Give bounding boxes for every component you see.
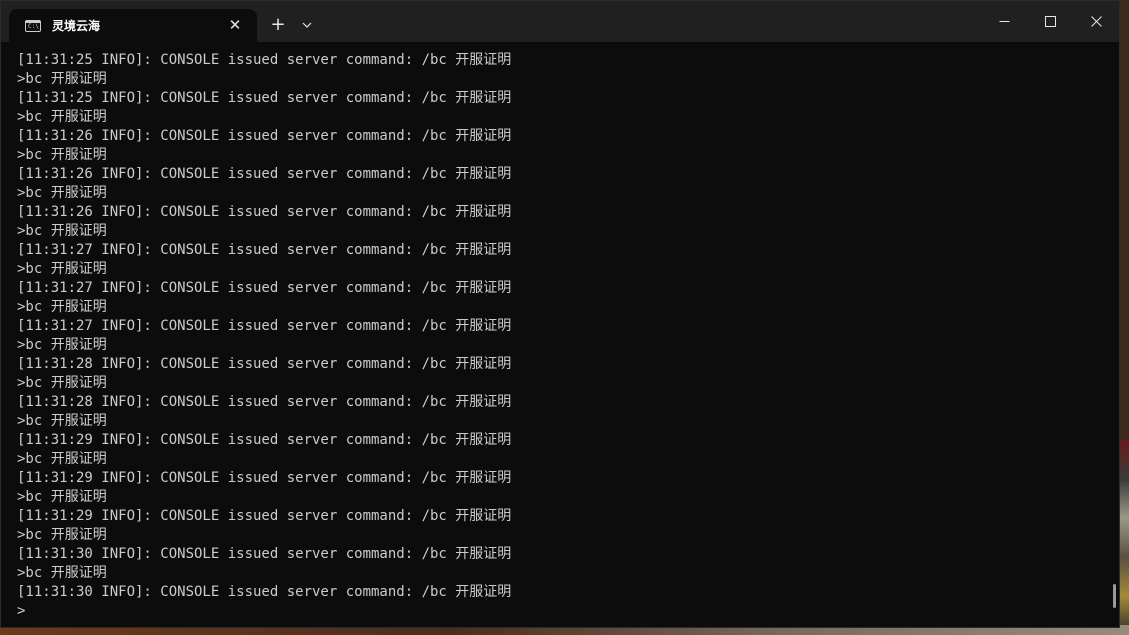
console-line: >bc 开服证明: [17, 413, 107, 429]
console-line: [11:31:26 INFO]: CONSOLE issued server c…: [17, 166, 512, 182]
console-line: >bc 开服证明: [17, 375, 107, 391]
maximize-button[interactable]: [1027, 1, 1073, 42]
console-line: [11:31:26 INFO]: CONSOLE issued server c…: [17, 204, 512, 220]
console-line: [11:31:27 INFO]: CONSOLE issued server c…: [17, 280, 512, 296]
chevron-down-icon: [302, 22, 312, 28]
console-output[interactable]: [11:31:25 INFO]: CONSOLE issued server c…: [1, 42, 1119, 627]
console-line: [11:31:29 INFO]: CONSOLE issued server c…: [17, 432, 512, 448]
terminal-window: C:\ 灵境云海 ✕ + [11:31:25 INFO]: CONSOLE is…: [0, 0, 1120, 628]
console-line: [11:31:30 INFO]: CONSOLE issued server c…: [17, 584, 512, 600]
console-line: [11:31:27 INFO]: CONSOLE issued server c…: [17, 318, 512, 334]
terminal-tab[interactable]: C:\ 灵境云海 ✕: [9, 9, 257, 42]
console-line: [11:31:28 INFO]: CONSOLE issued server c…: [17, 356, 512, 372]
console-line: [11:31:26 INFO]: CONSOLE issued server c…: [17, 128, 512, 144]
console-line: >bc 开服证明: [17, 527, 107, 543]
console-line: [11:31:25 INFO]: CONSOLE issued server c…: [17, 52, 512, 68]
close-window-button[interactable]: [1073, 1, 1119, 42]
close-icon: [1090, 16, 1102, 27]
console-line: [11:31:29 INFO]: CONSOLE issued server c…: [17, 470, 512, 486]
console-line: >bc 开服证明: [17, 71, 107, 87]
console-line: >bc 开服证明: [17, 299, 107, 315]
maximize-icon: [1044, 16, 1056, 27]
console-line: [11:31:28 INFO]: CONSOLE issued server c…: [17, 394, 512, 410]
tab-title: 灵境云海: [52, 19, 101, 33]
console-line: >bc 开服证明: [17, 147, 107, 163]
new-tab-button[interactable]: +: [263, 10, 293, 40]
console-line: >bc 开服证明: [17, 451, 107, 467]
tab-dropdown-button[interactable]: [293, 10, 321, 40]
console-line: >bc 开服证明: [17, 489, 107, 505]
terminal-icon: C:\: [25, 19, 41, 32]
console-line: >bc 开服证明: [17, 185, 107, 201]
console-line: [11:31:30 INFO]: CONSOLE issued server c…: [17, 546, 512, 562]
scrollbar-thumb[interactable]: [1113, 584, 1116, 608]
minimize-icon: [999, 21, 1009, 22]
console-line: >bc 开服证明: [17, 565, 107, 581]
command-prompt[interactable]: >: [17, 602, 1119, 621]
terminal-icon-text: C:\: [28, 22, 39, 30]
console-line: [11:31:29 INFO]: CONSOLE issued server c…: [17, 508, 512, 524]
console-line: [11:31:25 INFO]: CONSOLE issued server c…: [17, 90, 512, 106]
console-line: >bc 开服证明: [17, 261, 107, 277]
minimize-button[interactable]: [981, 1, 1027, 42]
window-controls: [981, 1, 1119, 42]
close-tab-icon[interactable]: ✕: [227, 17, 243, 33]
title-bar[interactable]: C:\ 灵境云海 ✕ +: [1, 1, 1119, 42]
console-line: >bc 开服证明: [17, 223, 107, 239]
console-line: [11:31:27 INFO]: CONSOLE issued server c…: [17, 242, 512, 258]
console-line: >bc 开服证明: [17, 109, 107, 125]
console-line: >bc 开服证明: [17, 337, 107, 353]
console-lines: [11:31:25 INFO]: CONSOLE issued server c…: [17, 51, 1119, 602]
